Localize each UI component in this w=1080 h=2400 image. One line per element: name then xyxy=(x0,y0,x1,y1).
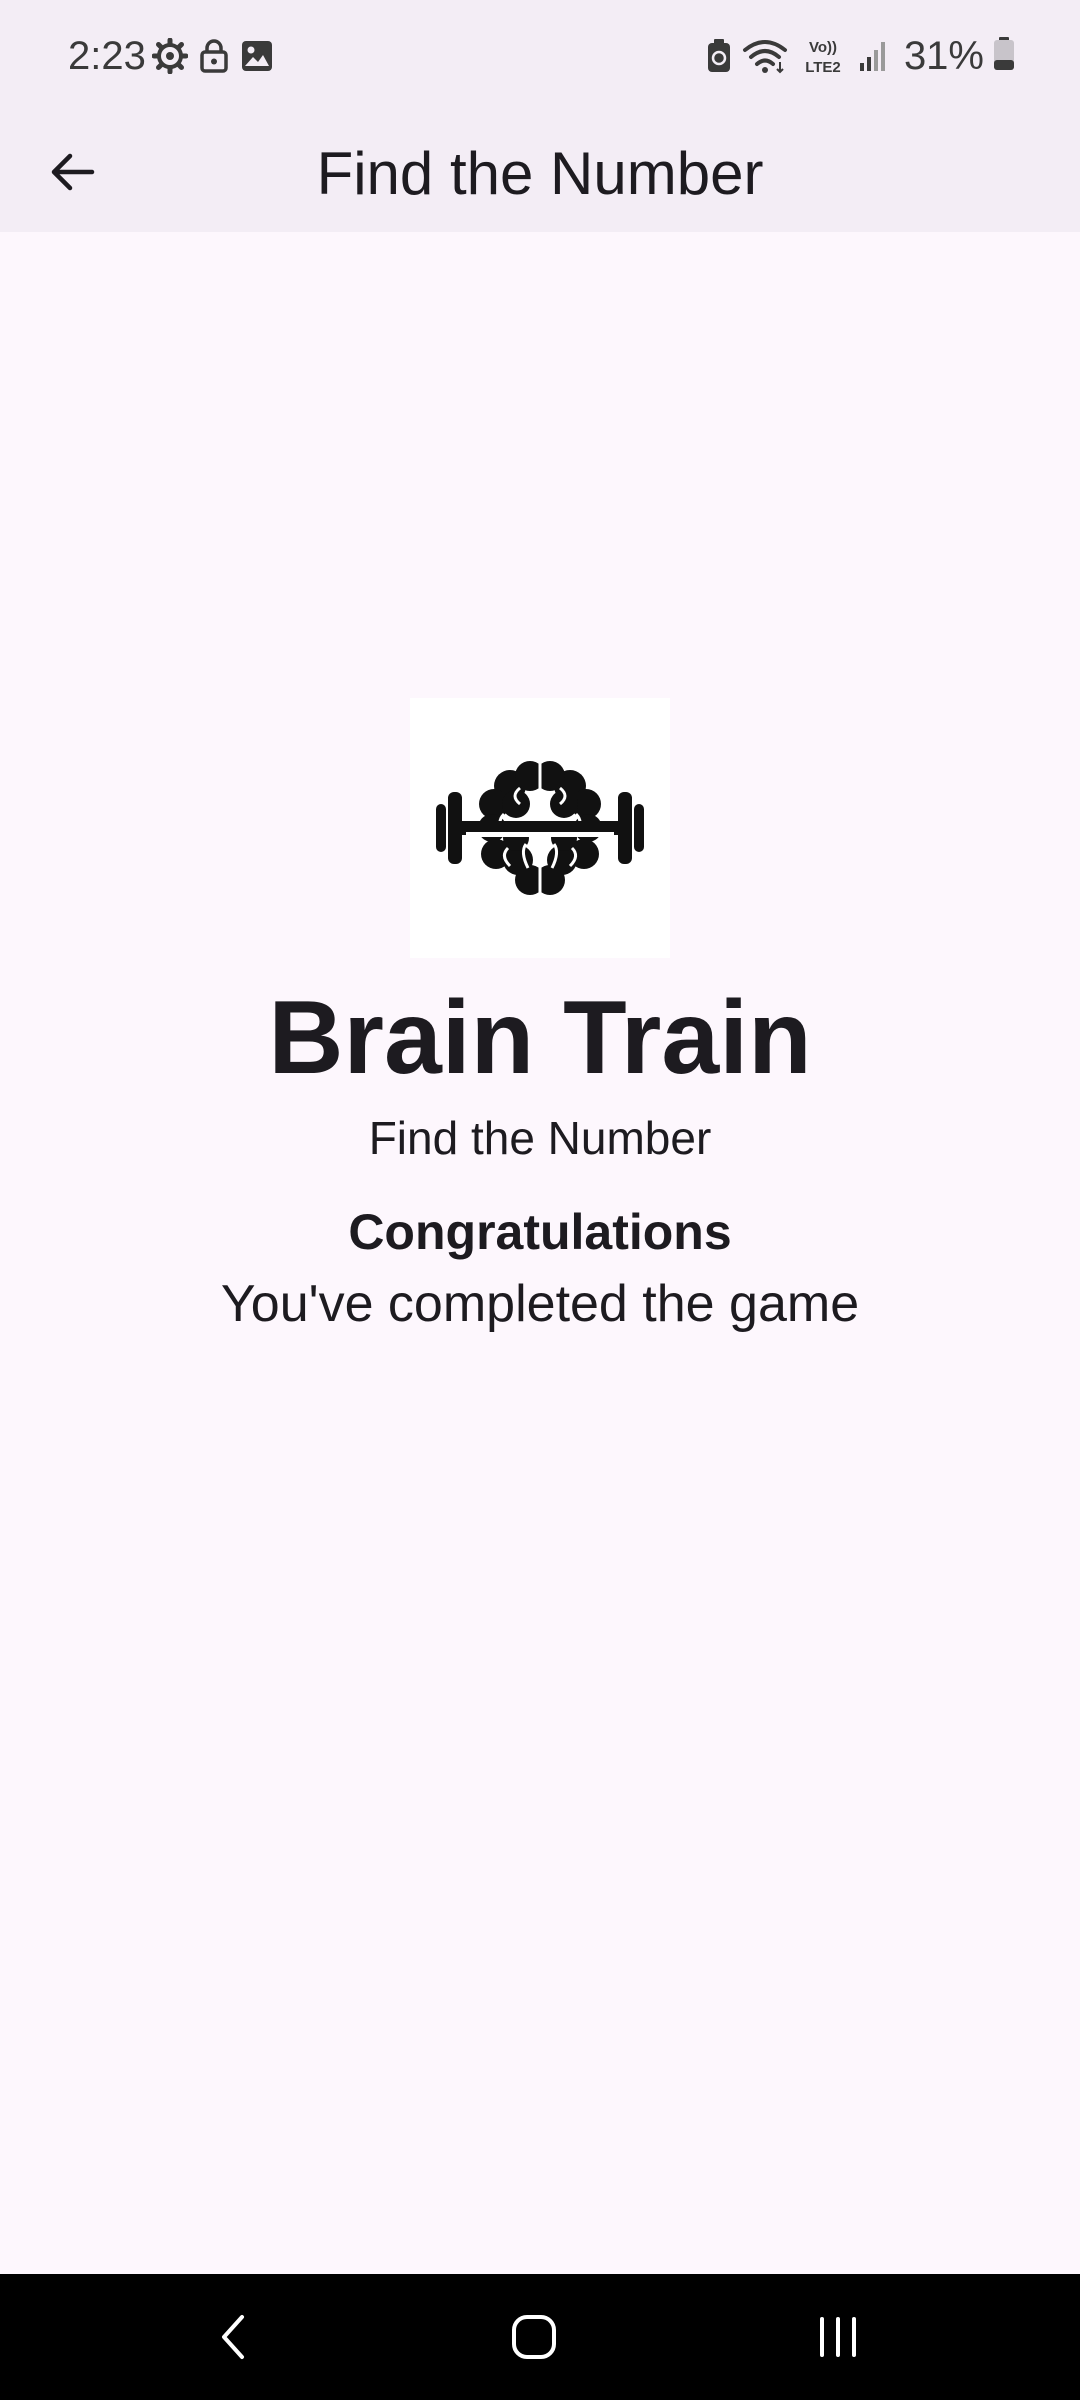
status-time: 2:23 xyxy=(68,34,146,78)
nav-recents-icon xyxy=(820,2317,856,2357)
volte-label: Vo)) xyxy=(809,39,837,56)
system-nav-bar xyxy=(0,2274,1080,2400)
battery-saver-icon xyxy=(706,38,732,74)
status-right: Vo)) LTE2 31% xyxy=(706,30,1016,82)
lock-icon xyxy=(198,38,230,74)
status-left-icons xyxy=(152,38,274,74)
status-right-icons: Vo)) LTE2 xyxy=(706,36,888,76)
battery-icon xyxy=(992,36,1016,77)
cell-signal-icon xyxy=(858,39,888,73)
settings-gear-icon xyxy=(152,38,188,74)
image-icon xyxy=(240,39,274,73)
brand-title: Brain Train xyxy=(268,980,812,1096)
nav-recents-button[interactable] xyxy=(790,2292,886,2382)
congratulations-heading: Congratulations xyxy=(348,1204,732,1260)
nav-home-button[interactable] xyxy=(486,2292,582,2382)
nav-back-button[interactable] xyxy=(186,2292,282,2382)
nav-back-icon xyxy=(222,2315,244,2359)
volte-lte2-icon: Vo)) LTE2 xyxy=(798,36,848,76)
game-subtitle: Find the Number xyxy=(368,1112,712,1164)
status-bar: 2:23 Vo)) LTE2 31% xyxy=(0,0,1080,112)
page-title: Find the Number xyxy=(316,140,764,207)
nav-home-icon xyxy=(512,2315,556,2359)
lte-label: LTE2 xyxy=(805,59,841,76)
app-logo xyxy=(410,698,670,958)
brain-dumbbell-icon xyxy=(436,761,644,898)
completed-message: You've completed the game xyxy=(220,1275,860,1333)
app-bar: Find the Number xyxy=(0,112,1080,232)
wifi-icon xyxy=(742,38,788,74)
battery-percentage: 31% xyxy=(903,34,984,78)
